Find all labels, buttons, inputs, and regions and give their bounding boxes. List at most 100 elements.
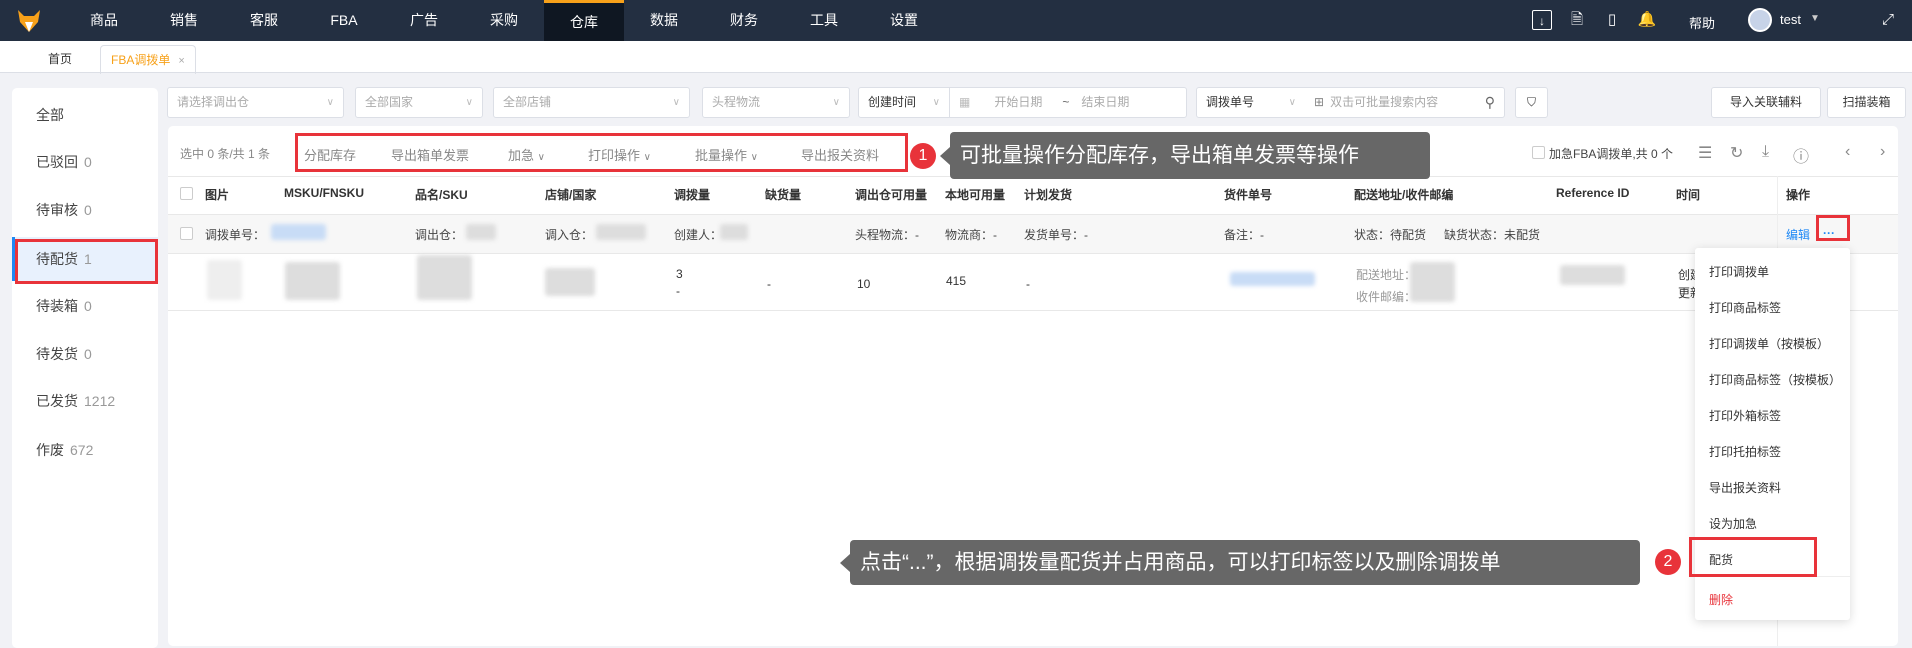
download-icon[interactable]: ↓ [1532, 10, 1552, 30]
store-select[interactable]: 全部店铺 ∨ [493, 87, 690, 118]
col-address: 配送地址/收件邮编 [1354, 188, 1454, 202]
nav-warehouse[interactable]: 仓库 [544, 0, 624, 41]
step-badge-1: 1 [910, 143, 936, 169]
date-range-input[interactable]: ▦ 开始日期 ~ 结束日期 [949, 87, 1187, 118]
annotation-tooltip-1: 可批量操作分配库存，导出箱单发票等操作 [940, 132, 1430, 179]
col-actions: 操作 [1786, 188, 1811, 202]
divider [168, 310, 1898, 311]
menu-delete[interactable]: 删除 [1709, 591, 1733, 608]
menu-set-urgent[interactable]: 设为加急 [1709, 515, 1757, 532]
download-icon[interactable]: ⤓ [1762, 143, 1769, 161]
nav-settings[interactable]: 设置 [864, 0, 944, 41]
tab-fba-transfer[interactable]: FBA调拨单 × [100, 45, 196, 74]
sidebar-item-label: 已发货 [36, 393, 78, 409]
edit-link[interactable]: 编辑 [1786, 226, 1810, 243]
nav-products[interactable]: 商品 [64, 0, 144, 41]
col-store: 店铺/国家 [545, 188, 597, 202]
caret-down-icon[interactable]: ▼ [1810, 13, 1820, 24]
time-type-select[interactable]: 创建时间 ∨ [858, 87, 950, 118]
menu-print-transfer-template[interactable]: 打印调拨单（按模板） [1709, 335, 1829, 352]
nav-service[interactable]: 客服 [224, 0, 304, 41]
menu-export-customs[interactable]: 导出报关资料 [1709, 479, 1781, 496]
menu-print-pallet-label[interactable]: 打印托拍标签 [1709, 443, 1781, 460]
urgent-checkbox[interactable] [1532, 146, 1545, 159]
blurred-name [417, 255, 472, 300]
search-type-select[interactable]: 调拨单号 ∨ [1196, 87, 1306, 118]
fox-logo-icon[interactable] [16, 8, 42, 34]
search-type-value: 调拨单号 [1206, 95, 1255, 109]
sidebar-item-voided[interactable]: 作废 672 [12, 428, 158, 472]
bell-icon[interactable]: 🔔 [1637, 10, 1657, 30]
blurred-value [596, 224, 646, 240]
to-warehouse-label: 调入仓： [545, 228, 594, 242]
sidebar-item-pending-review[interactable]: 待审核 0 [12, 188, 158, 232]
row-checkbox[interactable] [180, 227, 193, 240]
start-date[interactable]: 开始日期 [994, 95, 1042, 109]
doc-add-icon[interactable]: 🗎 [1567, 10, 1587, 30]
urgent-count: 加急FBA调拨单,共 0 个 [1549, 147, 1674, 161]
sidebar-item-label: 待审核 [36, 202, 78, 218]
menu-print-carton-label[interactable]: 打印外箱标签 [1709, 407, 1781, 424]
menu-print-product-label-template[interactable]: 打印商品标签（按模板） [1709, 371, 1841, 388]
close-icon[interactable]: × [178, 55, 184, 67]
col-msku: MSKU/FNSKU [284, 186, 364, 200]
sidebar-item-pending-boxing[interactable]: 待装箱 0 [12, 284, 158, 328]
help-link[interactable]: 帮助 [1689, 13, 1715, 32]
calendar-icon: ▦ [959, 95, 971, 109]
sidebar-item-count: 0 [84, 346, 92, 362]
filter-button[interactable]: ⛉ [1515, 87, 1548, 118]
next-page-icon[interactable]: › [1880, 143, 1885, 161]
col-transfer-qty: 调拨量 [674, 188, 711, 202]
end-date[interactable]: 结束日期 [1081, 95, 1129, 109]
avatar[interactable] [1748, 8, 1772, 32]
logistics-select[interactable]: 头程物流 ∨ [702, 87, 850, 118]
search-input[interactable]: ⊞ 双击可批量搜索内容 ⚲ [1305, 87, 1505, 118]
order-no-value[interactable] [271, 224, 326, 240]
menu-print-transfer[interactable]: 打印调拨单 [1709, 263, 1769, 280]
col-time: 时间 [1676, 188, 1701, 202]
nav-sales[interactable]: 销售 [144, 0, 224, 41]
mobile-icon[interactable]: ▯ [1602, 10, 1622, 30]
nav-fba[interactable]: FBA [304, 0, 384, 41]
warehouse-select[interactable]: 请选择调出仓 ∨ [167, 87, 344, 118]
from-warehouse-label: 调出仓： [415, 228, 464, 242]
tab-home[interactable]: 首页 [48, 45, 72, 74]
col-local-available: 本地可用量 [945, 188, 1006, 202]
shortage-qty: - [767, 277, 771, 291]
nav-finance[interactable]: 财务 [704, 0, 784, 41]
scan-boxing-button[interactable]: 扫描装箱 [1827, 87, 1906, 118]
shipment-no-link[interactable] [1230, 272, 1315, 286]
sidebar-item-shipped[interactable]: 已发货 1212 [12, 379, 158, 423]
blurred-value [720, 224, 748, 240]
filter-icon: ⛉ [1526, 95, 1536, 109]
date-separator: ~ [1062, 95, 1070, 109]
nav-ads[interactable]: 广告 [384, 0, 464, 41]
sidebar-item-count: 0 [84, 154, 92, 170]
refresh-icon[interactable]: ↻ [1730, 143, 1743, 163]
search-icon[interactable]: ⚲ [1485, 88, 1495, 117]
help-icon[interactable]: ⓘ [1793, 143, 1809, 167]
store-value: 全部店铺 [503, 95, 552, 109]
transfer-qty: 3 [676, 267, 683, 281]
sidebar-item-all[interactable]: 全部 [12, 93, 158, 137]
nav-data[interactable]: 数据 [624, 0, 704, 41]
nav-purchase[interactable]: 采购 [464, 0, 544, 41]
logistics-value: 头程物流 [712, 95, 761, 109]
sidebar-item-count: 0 [84, 298, 92, 314]
user-name[interactable]: test [1780, 12, 1801, 27]
column-settings-icon[interactable]: ☰ [1698, 143, 1712, 163]
fullscreen-icon[interactable]: ⤢ [1878, 10, 1898, 30]
menu-print-product-label[interactable]: 打印商品标签 [1709, 299, 1781, 316]
status-info: 状态：待配货 [1354, 228, 1427, 242]
nav-tools[interactable]: 工具 [784, 0, 864, 41]
country-select[interactable]: 全部国家 ∨ [355, 87, 483, 118]
select-all-checkbox[interactable] [180, 187, 193, 200]
logistics-info: 头程物流：- [855, 228, 919, 242]
import-accessories-button[interactable]: 导入关联辅料 [1711, 87, 1821, 118]
chevron-down-icon: ∨ [932, 97, 940, 108]
sidebar-item-rejected[interactable]: 已驳回 0 [12, 140, 158, 184]
chevron-down-icon: ∨ [832, 97, 840, 108]
prev-page-icon[interactable]: ‹ [1845, 143, 1850, 161]
plan-ship: - [1026, 277, 1030, 291]
sidebar-item-pending-shipment[interactable]: 待发货 0 [12, 332, 158, 376]
